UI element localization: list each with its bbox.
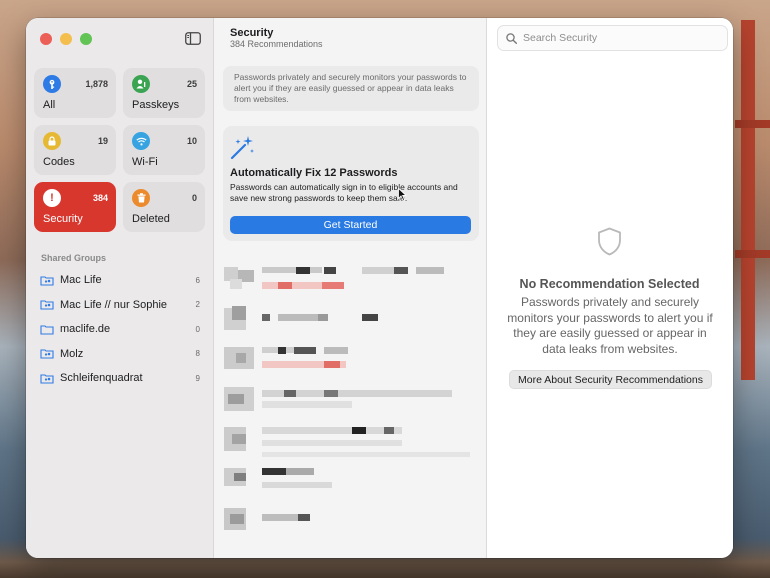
shared-groups-heading: Shared Groups [41, 253, 107, 263]
shared-folder-icon [40, 374, 54, 384]
sidebar-item-group[interactable]: Molz 8 [40, 342, 200, 367]
auto-fix-description: Passwords can automatically sign in to e… [230, 182, 458, 203]
group-count: 2 [195, 300, 200, 310]
zoom-button[interactable] [80, 33, 92, 45]
list-item[interactable] [224, 424, 479, 464]
list-item[interactable] [224, 344, 479, 384]
category-label: Passkeys [132, 99, 180, 111]
search-icon [506, 32, 517, 44]
auto-fix-card: Automatically Fix 12 Passwords Passwords… [223, 126, 479, 241]
magic-wand-icon [230, 136, 254, 160]
wifi-icon [132, 132, 150, 150]
person-key-icon [132, 75, 150, 93]
list-item[interactable] [224, 504, 479, 544]
category-label: Wi-Fi [132, 156, 158, 168]
group-count: 6 [195, 275, 200, 285]
group-count: 8 [195, 349, 200, 359]
category-count: 0 [191, 193, 197, 203]
empty-state-title: No Recommendation Selected [519, 277, 700, 291]
shared-folder-icon [40, 300, 54, 310]
category-label: Security [43, 213, 83, 225]
group-name: Schleifenquadrat [60, 372, 143, 385]
list-item[interactable] [224, 304, 479, 344]
group-name: Mac Life // nur Sophie [60, 298, 168, 311]
category-count: 25 [186, 79, 197, 89]
category-tiles: 1,878 All 25 Passkeys 19 Codes 10 Wi-Fi … [34, 68, 205, 232]
close-button[interactable] [40, 33, 52, 45]
sidebar: 1,878 All 25 Passkeys 19 Codes 10 Wi-Fi … [26, 18, 214, 558]
page-subtitle: 384 Recommendations [230, 39, 323, 49]
sidebar-item-group[interactable]: maclife.de 0 [40, 317, 200, 342]
get-started-button[interactable]: Get Started [230, 216, 471, 234]
category-label: Deleted [132, 213, 170, 225]
mouse-cursor-icon [398, 188, 407, 201]
sidebar-item-group[interactable]: Mac Life // nur Sophie 2 [40, 293, 200, 318]
search-input[interactable] [523, 32, 713, 44]
group-name: Mac Life [60, 274, 102, 287]
recommendation-list [224, 264, 479, 544]
lock-clock-icon [43, 132, 61, 150]
list-item[interactable] [224, 384, 479, 424]
detail-pane: No Recommendation Selected Passwords pri… [487, 18, 733, 558]
category-security[interactable]: ! 384 Security [34, 182, 116, 232]
search-field[interactable] [497, 25, 728, 51]
shared-folder-icon [40, 276, 54, 286]
passwords-window: 1,878 All 25 Passkeys 19 Codes 10 Wi-Fi … [26, 18, 733, 558]
category-all[interactable]: 1,878 All [34, 68, 116, 118]
list-item[interactable] [224, 264, 479, 304]
window-controls [40, 33, 92, 45]
key-icon [43, 75, 61, 93]
sidebar-icon [185, 31, 201, 45]
category-count: 10 [186, 136, 197, 146]
category-deleted[interactable]: 0 Deleted [123, 182, 205, 232]
group-count: 0 [195, 324, 200, 334]
empty-state-description: Passwords privately and securely monitor… [507, 295, 713, 356]
category-passkeys[interactable]: 25 Passkeys [123, 68, 205, 118]
more-about-security-button[interactable]: More About Security Recommendations [509, 370, 712, 389]
category-codes[interactable]: 19 Codes [34, 125, 116, 175]
sidebar-toggle-button[interactable] [179, 25, 207, 51]
folder-icon [40, 325, 54, 335]
recommendations-pane: Security 384 Recommendations Passwords p… [214, 18, 487, 558]
auto-fix-title: Automatically Fix 12 Passwords [230, 167, 398, 179]
sidebar-item-group[interactable]: Schleifenquadrat 9 [40, 366, 200, 391]
category-wifi[interactable]: 10 Wi-Fi [123, 125, 205, 175]
category-label: All [43, 99, 56, 111]
group-count: 9 [195, 373, 200, 383]
info-box: Passwords privately and securely monitor… [223, 66, 479, 111]
page-title: Security [230, 27, 274, 39]
background-bridge [735, 0, 770, 578]
category-label: Codes [43, 156, 75, 168]
list-item[interactable] [224, 464, 479, 504]
group-name: Molz [60, 347, 84, 360]
minimize-button[interactable] [60, 33, 72, 45]
trash-icon [132, 189, 150, 207]
category-count: 384 [92, 193, 108, 203]
group-name: maclife.de [60, 323, 111, 336]
exclamation-icon: ! [43, 189, 61, 207]
shared-groups-list: Mac Life 6 Mac Life // nur Sophie 2 macl… [40, 268, 200, 391]
sidebar-item-group[interactable]: Mac Life 6 [40, 268, 200, 293]
category-count: 19 [97, 136, 108, 146]
shared-folder-icon [40, 349, 54, 359]
category-count: 1,878 [85, 79, 108, 89]
shield-icon [598, 227, 621, 256]
